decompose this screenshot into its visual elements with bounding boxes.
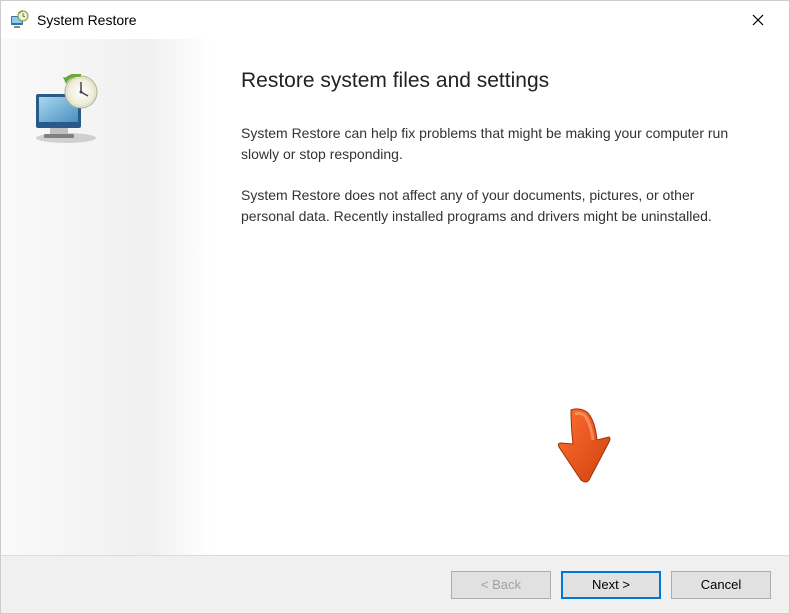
window-title: System Restore <box>37 12 735 28</box>
back-button: < Back <box>451 571 551 599</box>
system-restore-window: System Restore risk.com <box>0 0 790 614</box>
content-area: risk.com <box>1 39 789 555</box>
titlebar: System Restore <box>1 1 789 39</box>
description-paragraph-1: System Restore can help fix problems tha… <box>241 123 729 165</box>
wizard-main-content: Restore system files and settings System… <box>211 39 789 555</box>
cancel-button[interactable]: Cancel <box>671 571 771 599</box>
close-button[interactable] <box>735 4 781 36</box>
wizard-button-bar: < Back Next > Cancel <box>1 555 789 613</box>
page-heading: Restore system files and settings <box>241 69 729 93</box>
restore-graphic-icon <box>26 74 106 144</box>
wizard-sidebar <box>1 39 211 555</box>
system-restore-icon <box>9 10 29 30</box>
description-paragraph-2: System Restore does not affect any of yo… <box>241 185 729 227</box>
next-button[interactable]: Next > <box>561 571 661 599</box>
